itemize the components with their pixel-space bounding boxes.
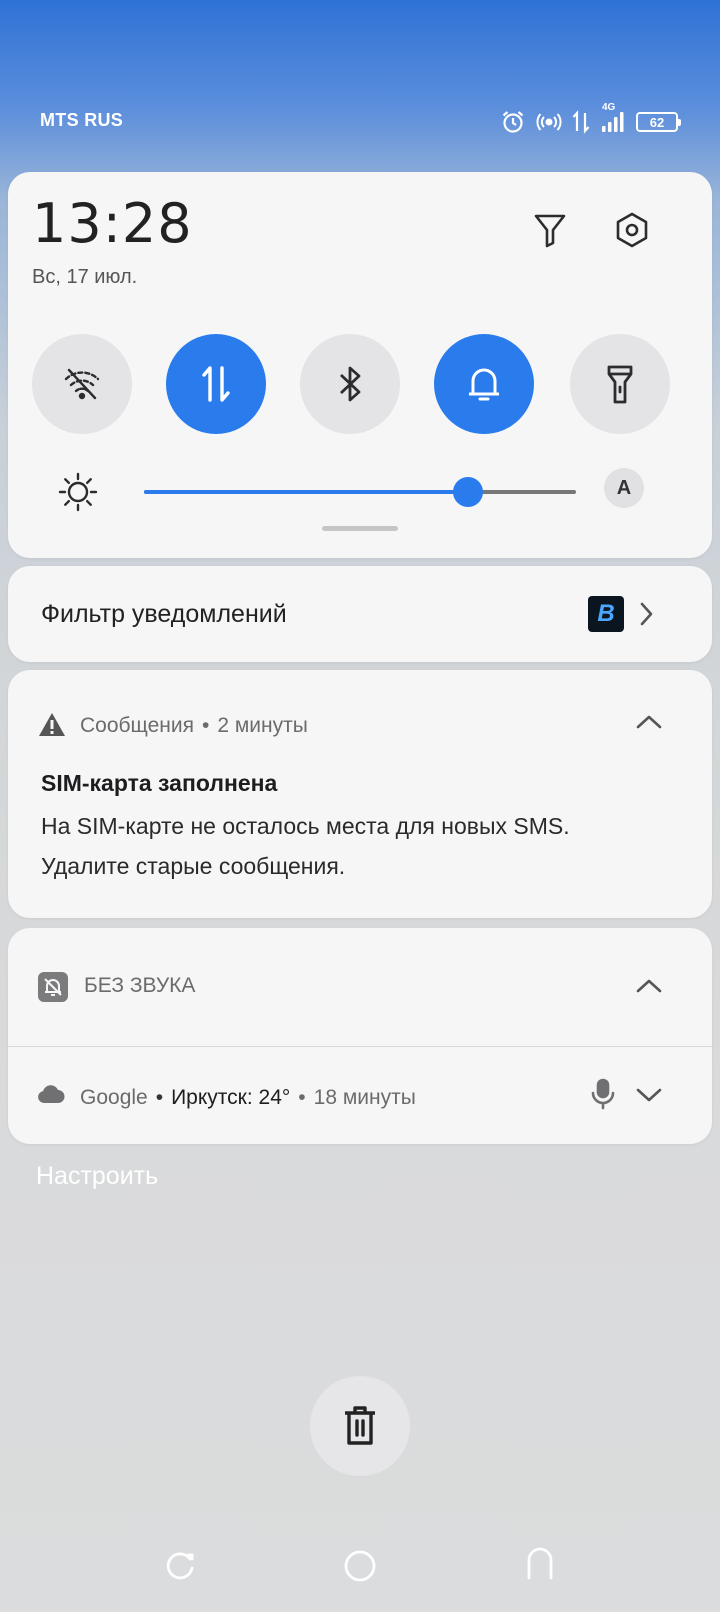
warning-icon	[38, 712, 66, 743]
bluetooth-toggle[interactable]	[300, 334, 400, 434]
collapse-silent-button[interactable]	[634, 974, 664, 1003]
notification-filter-label: Фильтр уведомлений	[41, 600, 287, 628]
data-transfer-icon	[202, 366, 230, 402]
sound-toggle[interactable]	[434, 334, 534, 434]
notification-filter-card[interactable]: Фильтр уведомлений B	[8, 566, 712, 662]
auto-brightness-button[interactable]: A	[604, 468, 644, 508]
chevron-up-icon	[636, 979, 662, 993]
back-icon	[527, 1547, 553, 1580]
google-app-name: Google	[80, 1086, 148, 1109]
battery-icon: 62	[636, 112, 681, 132]
brightness-slider-fill	[144, 490, 468, 494]
mobile-data-toggle[interactable]	[166, 334, 266, 434]
flashlight-toggle[interactable]	[570, 334, 670, 434]
google-time: 18 минуты	[313, 1086, 416, 1109]
google-notification[interactable]: Google • Иркутск: 24° • 18 минуты	[8, 1047, 712, 1144]
brightness-slider-thumb[interactable]	[453, 477, 483, 507]
customize-link[interactable]: Настроить	[36, 1162, 158, 1191]
settings-hexagon-icon	[616, 212, 648, 248]
notification-filter-button[interactable]	[526, 206, 574, 254]
drag-handle[interactable]	[322, 526, 398, 531]
recents-icon	[166, 1552, 194, 1580]
settings-button[interactable]	[608, 206, 656, 254]
clock[interactable]: 13:28	[32, 192, 193, 255]
bluetooth-icon	[340, 366, 361, 402]
brightness-icon	[56, 470, 100, 519]
filtered-app-icon: B	[588, 596, 624, 632]
separator: •	[155, 1086, 164, 1109]
network-type-label: 4G	[602, 102, 616, 113]
wifi-toggle[interactable]	[32, 334, 132, 434]
filter-icon	[534, 214, 566, 248]
quick-settings-panel: 13:28 Вс, 17 июл. A	[8, 172, 712, 558]
home-button[interactable]	[340, 1546, 380, 1586]
carrier-name: MTS RUS	[40, 110, 124, 130]
cloud-icon	[36, 1083, 66, 1110]
expand-button[interactable]	[634, 1083, 664, 1112]
collapse-button[interactable]	[634, 710, 664, 739]
sms-title: SIM-карта заполнена	[41, 770, 278, 796]
wifi-off-icon	[64, 368, 100, 400]
sms-body: На SIM-карте не осталось места для новых…	[41, 813, 570, 879]
bell-off-icon	[38, 972, 68, 1002]
trash-icon	[345, 1406, 375, 1445]
sms-notification-card[interactable]: Сообщения • 2 минуты SIM-карта заполнена…	[8, 670, 712, 918]
alarm-icon	[500, 109, 526, 135]
data-arrows-icon	[572, 110, 590, 134]
microphone-icon[interactable]	[590, 1077, 616, 1116]
sms-time: 2 минуты	[217, 714, 308, 737]
chevron-down-icon	[636, 1088, 662, 1102]
weather-content: Иркутск: 24°	[171, 1086, 291, 1109]
recents-button[interactable]	[160, 1546, 200, 1586]
date[interactable]: Вс, 17 июл.	[32, 266, 137, 289]
clear-all-button[interactable]	[310, 1376, 410, 1476]
chevron-right-icon	[634, 600, 658, 633]
silent-notifications-card: БЕЗ ЗВУКА Google • Иркутск: 24° • 18 мин…	[8, 928, 712, 1144]
google-notification-summary: Google • Иркутск: 24° • 18 минуты	[80, 1086, 416, 1110]
hotspot-icon	[536, 111, 562, 133]
flashlight-icon	[607, 365, 633, 404]
signal-icon: 4G	[600, 102, 626, 134]
header-separator: •	[201, 714, 210, 737]
bell-icon	[469, 368, 499, 401]
sms-app-name: Сообщения	[80, 714, 194, 737]
status-icons: 4G 62	[500, 102, 681, 136]
back-button[interactable]	[520, 1544, 560, 1584]
chevron-up-icon	[636, 715, 662, 729]
home-icon	[344, 1550, 376, 1582]
separator: •	[298, 1086, 306, 1109]
sms-notification-header: Сообщения • 2 минуты	[80, 714, 308, 738]
silent-section-label: БЕЗ ЗВУКА	[84, 974, 196, 997]
